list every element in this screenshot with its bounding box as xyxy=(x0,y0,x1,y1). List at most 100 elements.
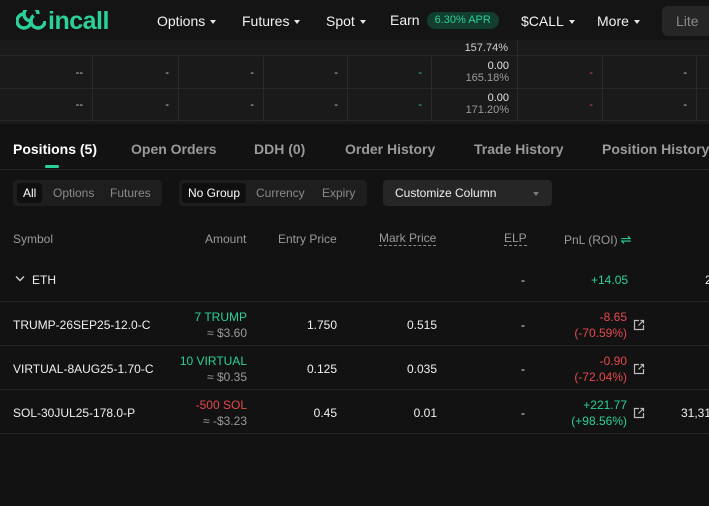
table-cell: - xyxy=(603,57,697,89)
active-tab-indicator xyxy=(45,165,59,168)
tab-trade-history[interactable]: Trade History xyxy=(474,141,563,157)
position-symbol[interactable]: SOL-30JUL25-178.0-P xyxy=(13,406,135,420)
position-elp: - xyxy=(521,406,525,420)
nav-spot[interactable]: Spot xyxy=(326,12,366,30)
position-elp: - xyxy=(521,318,525,332)
nav-futures[interactable]: Futures xyxy=(242,12,301,30)
chevron-down-icon xyxy=(533,192,539,196)
col-amount[interactable]: Amount xyxy=(205,232,246,246)
position-roi: (-72.04%) xyxy=(574,370,627,384)
position-entry-price: 0.45 xyxy=(313,406,337,420)
group-pnl: +14.05 xyxy=(591,273,629,287)
group-row-eth[interactable]: ETH - +14.05 2 xyxy=(0,258,709,302)
tab-positions[interactable]: Positions (5) xyxy=(13,141,97,157)
cell-value: - xyxy=(683,67,687,79)
group-filter: No Group Currency Expiry xyxy=(179,180,367,206)
option-chain-table: 157.74% -- - - - - 0.00 165.18% - - -- -… xyxy=(0,40,709,124)
table-cell: - xyxy=(348,89,432,121)
position-elp: - xyxy=(521,362,525,376)
cell-value: - xyxy=(250,67,254,79)
table-cell: - xyxy=(603,89,697,121)
customize-column-select[interactable]: Customize Column xyxy=(383,180,552,206)
tab-ddh[interactable]: DDH (0) xyxy=(254,141,305,157)
tab-order-history[interactable]: Order History xyxy=(345,141,435,157)
table-cell: 0.00 165.18% xyxy=(432,57,518,89)
position-amount: -500 SOL xyxy=(195,398,247,412)
filter-options-button[interactable]: Options xyxy=(47,183,100,203)
cell-value: - xyxy=(683,99,687,111)
table-cell: - xyxy=(518,57,603,89)
position-partial-value: 31,31 xyxy=(681,406,709,420)
brand-logo[interactable]: incall xyxy=(16,8,109,34)
col-mark-price[interactable]: Mark Price xyxy=(379,232,437,246)
share-icon[interactable] xyxy=(633,407,645,419)
table-row-partial: 157.74% xyxy=(0,40,709,56)
table-row[interactable]: -- - - - - 0.00 171.20% - - xyxy=(0,89,709,121)
position-symbol[interactable]: VIRTUAL-8AUG25-1.70-C xyxy=(13,362,154,376)
position-amount: 10 VIRTUAL xyxy=(179,354,247,368)
nav-spot-label: Spot xyxy=(326,13,355,29)
table-cell: - xyxy=(179,57,264,89)
type-filter: All Options Futures xyxy=(13,180,162,206)
cell-value: - xyxy=(165,99,169,111)
table-cell: - xyxy=(348,57,432,89)
cell-value: - xyxy=(589,67,593,79)
position-entry-price: 0.125 xyxy=(306,362,337,376)
chevron-down-icon xyxy=(568,19,575,24)
cell-value: - xyxy=(165,67,169,79)
table-row[interactable]: TRUMP-26SEP25-12.0-C 7 TRUMP ≈ $3.60 1.7… xyxy=(0,302,709,346)
col-elp[interactable]: ELP xyxy=(504,232,527,246)
chevron-down-icon xyxy=(359,19,366,24)
swap-icon[interactable]: ⇌ xyxy=(621,232,632,247)
chevron-down-icon xyxy=(294,19,301,24)
nav-more[interactable]: More xyxy=(597,12,640,30)
chevron-down-icon[interactable] xyxy=(15,275,25,283)
group-partial-value: 2 xyxy=(705,273,709,287)
position-mark-price: 0.01 xyxy=(413,406,437,420)
customize-column-label: Customize Column xyxy=(395,186,497,200)
nav-options[interactable]: Options xyxy=(157,12,217,30)
col-entry-price[interactable]: Entry Price xyxy=(278,232,337,246)
table-cell: - xyxy=(264,89,348,121)
nav-more-label: More xyxy=(597,13,629,29)
table-cell: -- xyxy=(0,57,93,89)
nav-earn[interactable]: Earn 6.30% APR xyxy=(390,11,499,29)
iv-value: 165.18% xyxy=(465,72,509,84)
tab-position-history[interactable]: Position History xyxy=(602,141,709,157)
group-none-button[interactable]: No Group xyxy=(182,183,247,203)
table-cell: - xyxy=(93,57,179,89)
table-cell: - xyxy=(93,89,179,121)
position-amount-usd: ≈ -$3.23 xyxy=(203,414,247,428)
iv-value: 157.74% xyxy=(464,42,508,54)
col-pnl[interactable]: PnL (ROI) ⇌ xyxy=(564,232,631,248)
group-expiry-button[interactable]: Expiry xyxy=(316,183,361,203)
cell-value: -- xyxy=(75,67,83,79)
col-symbol[interactable]: Symbol xyxy=(13,232,53,246)
filter-all-button[interactable]: All xyxy=(17,183,43,203)
table-cell: - xyxy=(264,57,348,89)
nav-call[interactable]: $CALL xyxy=(521,12,575,30)
tab-open-orders[interactable]: Open Orders xyxy=(131,141,217,157)
table-row[interactable]: -- - - - - 0.00 165.18% - - xyxy=(0,57,709,89)
filter-futures-button[interactable]: Futures xyxy=(104,183,157,203)
lite-mode-button[interactable]: Lite xyxy=(662,6,709,36)
share-icon[interactable] xyxy=(633,363,645,375)
col-pnl-label: PnL (ROI) xyxy=(564,233,618,247)
panel-tabs: Positions (5) Open Orders DDH (0) Order … xyxy=(0,128,709,170)
position-pnl: -8.65 xyxy=(599,310,627,324)
nav-options-label: Options xyxy=(157,13,206,29)
logo-mark-icon xyxy=(16,10,46,30)
share-icon[interactable] xyxy=(633,319,645,331)
mark-value: 0.00 xyxy=(487,60,509,72)
chevron-down-icon xyxy=(633,19,640,24)
position-entry-price: 1.750 xyxy=(306,318,337,332)
cell-value: - xyxy=(334,67,338,79)
group-currency-button[interactable]: Currency xyxy=(250,183,311,203)
table-cell: -- xyxy=(0,89,93,121)
nav-futures-label: Futures xyxy=(242,13,290,29)
position-symbol[interactable]: TRUMP-26SEP25-12.0-C xyxy=(13,318,150,332)
brand-name: incall xyxy=(48,7,109,35)
table-row[interactable]: VIRTUAL-8AUG25-1.70-C 10 VIRTUAL ≈ $0.35… xyxy=(0,346,709,390)
position-pnl: +221.77 xyxy=(583,398,627,412)
table-row[interactable]: SOL-30JUL25-178.0-P -500 SOL ≈ -$3.23 0.… xyxy=(0,390,709,434)
